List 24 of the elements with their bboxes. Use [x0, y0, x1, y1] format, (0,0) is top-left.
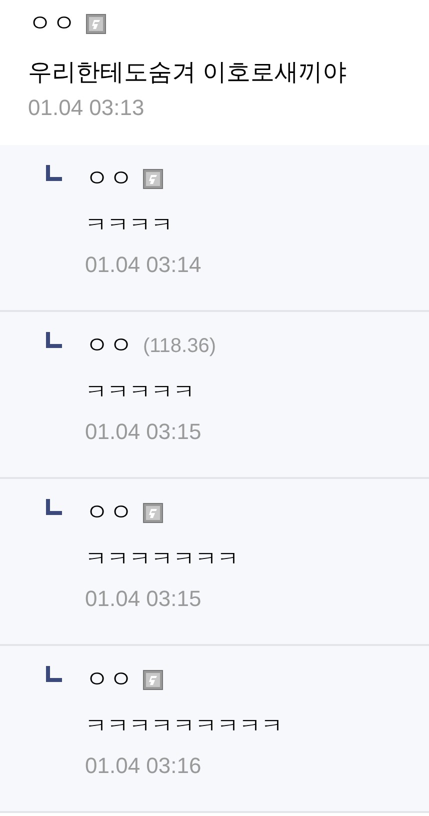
gallery-badge-icon — [143, 169, 163, 189]
author-name[interactable]: ㅇㅇ — [85, 668, 133, 692]
gallery-badge-icon — [143, 670, 163, 690]
comment-text: 우리한테도숨겨 이호로새끼야 — [28, 58, 348, 88]
reply-corner-icon — [46, 499, 62, 515]
comment-time: 01.04 03:13 — [28, 94, 146, 122]
author-name[interactable]: ㅇㅇ — [85, 501, 133, 525]
gallery-badge-icon — [143, 503, 163, 523]
ip-address: (118.36) — [143, 336, 216, 356]
reply-text: ㅋㅋㅋㅋ — [85, 211, 174, 239]
reply-corner-icon — [46, 666, 62, 682]
reply-time: 01.04 03:14 — [85, 251, 202, 279]
reply-corner-icon — [46, 332, 62, 348]
gallery-badge-icon — [86, 14, 106, 34]
reply-time: 01.04 03:15 — [85, 585, 202, 613]
author-name[interactable]: ㅇㅇ — [28, 12, 76, 36]
reply-text: ㅋㅋㅋㅋㅋ — [85, 378, 196, 406]
reply-corner-icon — [46, 165, 62, 181]
reply-time: 01.04 03:15 — [85, 418, 202, 446]
author-name[interactable]: ㅇㅇ — [85, 167, 133, 191]
reply-text: ㅋㅋㅋㅋㅋㅋㅋ — [85, 545, 239, 573]
reply-time: 01.04 03:16 — [85, 752, 202, 780]
author-name[interactable]: ㅇㅇ — [85, 334, 133, 358]
reply-text: ㅋㅋㅋㅋㅋㅋㅋㅋㅋ — [85, 712, 283, 740]
